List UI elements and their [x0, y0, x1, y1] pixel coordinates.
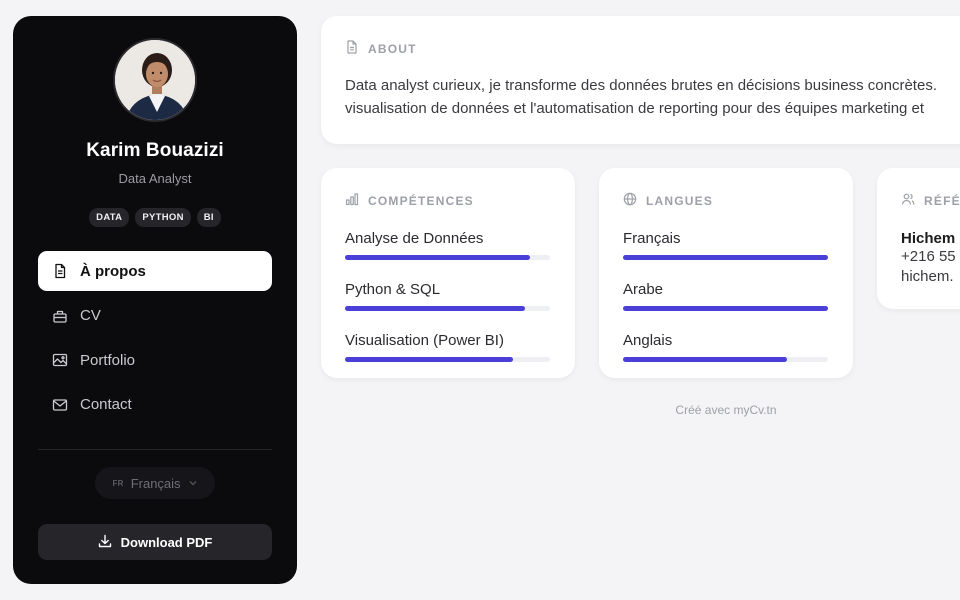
language-bar-track	[623, 306, 828, 311]
about-line: Data analyst curieux, je transforme des …	[345, 77, 937, 94]
language-item: Français	[623, 230, 829, 260]
sidebar-divider	[38, 449, 272, 450]
download-label: Download PDF	[120, 534, 213, 550]
language-item-label: Français	[623, 230, 681, 247]
about-card: ABOUT Data analyst curieux, je transform…	[321, 16, 960, 144]
bar-chart-icon	[345, 192, 359, 209]
tag-data: DATA	[89, 208, 130, 227]
skill-label: Analyse de Données	[345, 230, 484, 247]
references-card: RÉFÉRENCES Hichem +216 55 hichem.	[877, 168, 960, 309]
reference-phone: +216 55	[901, 248, 956, 265]
download-icon	[98, 534, 112, 551]
profile-role: Data Analyst	[118, 171, 192, 186]
language-select[interactable]: FR Français	[95, 467, 215, 499]
languages-card: LANGUES Français Arabe Anglais	[599, 168, 853, 378]
skill-bar-fill	[345, 306, 526, 311]
about-header: ABOUT	[345, 40, 957, 57]
language-label: Français	[130, 475, 181, 491]
about-text: Data analyst curieux, je transforme des …	[345, 74, 957, 121]
skill-bar-track	[345, 306, 550, 311]
document-icon	[345, 40, 359, 57]
mail-icon	[52, 397, 68, 413]
skill-item: Analyse de Données	[345, 230, 551, 260]
skill-label: Python & SQL	[345, 281, 441, 298]
language-bar-track	[623, 357, 828, 362]
references-title: RÉFÉRENCES	[924, 193, 960, 208]
references-header: RÉFÉRENCES	[901, 192, 960, 209]
avatar	[113, 38, 197, 122]
nav-item-cv[interactable]: CV	[38, 296, 272, 336]
tag-bi: BI	[196, 208, 221, 227]
language-bar-fill	[623, 255, 828, 260]
reference-email[interactable]: hichem.	[901, 267, 960, 287]
nav-label: Portfolio	[80, 351, 136, 369]
about-title: ABOUT	[368, 41, 417, 56]
image-icon	[52, 352, 68, 368]
skills-title: COMPÉTENCES	[368, 193, 474, 208]
skill-bar-track	[345, 255, 550, 260]
language-item: Anglais	[623, 332, 829, 362]
nav-item-portfolio[interactable]: Portfolio	[38, 340, 272, 380]
tag-python: PYTHON	[135, 208, 191, 227]
skill-tags: DATA PYTHON BI	[13, 208, 297, 227]
nav-label: Contact	[80, 396, 132, 413]
sidebar-nav: À propos CV Portfolio Contact	[38, 251, 272, 429]
languages-title: LANGUES	[646, 193, 714, 208]
skills-card: COMPÉTENCES Analyse de Données Python & …	[321, 168, 575, 378]
skill-bar-fill	[345, 357, 514, 362]
chevron-down-icon	[188, 476, 198, 491]
skills-list: Analyse de Données Python & SQL Visualis…	[345, 230, 551, 362]
languages-header: LANGUES	[623, 192, 829, 209]
skill-label: Visualisation (Power BI)	[345, 332, 504, 349]
skill-item: Python & SQL	[345, 281, 551, 311]
nav-label: À propos	[80, 262, 146, 280]
footer-credit: Créé avec myCv.tn	[675, 403, 777, 417]
download-pdf-button[interactable]: Download PDF	[38, 524, 272, 560]
language-item: Arabe	[623, 281, 829, 311]
language-bar-fill	[623, 357, 787, 362]
briefcase-icon	[52, 308, 68, 324]
language-item-label: Anglais	[623, 332, 673, 349]
nav-item-about[interactable]: À propos	[38, 251, 272, 291]
profile-name: Karim Bouazizi	[86, 140, 224, 161]
skill-bar-fill	[345, 255, 530, 260]
nav-label: CV	[80, 307, 101, 324]
file-icon	[52, 263, 68, 279]
nav-item-contact[interactable]: Contact	[38, 385, 272, 425]
skills-header: COMPÉTENCES	[345, 192, 551, 209]
language-bar-fill	[623, 306, 828, 311]
language-item-label: Arabe	[623, 281, 664, 298]
sidebar: Karim Bouazizi Data Analyst DATA PYTHON …	[13, 16, 297, 584]
users-icon	[901, 192, 915, 209]
languages-list: Français Arabe Anglais	[623, 230, 829, 362]
globe-icon	[623, 192, 637, 209]
language-code: FR	[112, 478, 124, 488]
skill-item: Visualisation (Power BI)	[345, 332, 551, 362]
profile-photo	[115, 40, 195, 120]
reference-name: Hichem	[901, 230, 956, 247]
skill-bar-track	[345, 357, 550, 362]
language-bar-track	[623, 255, 828, 260]
about-line: visualisation de données et l'automatisa…	[345, 100, 925, 118]
